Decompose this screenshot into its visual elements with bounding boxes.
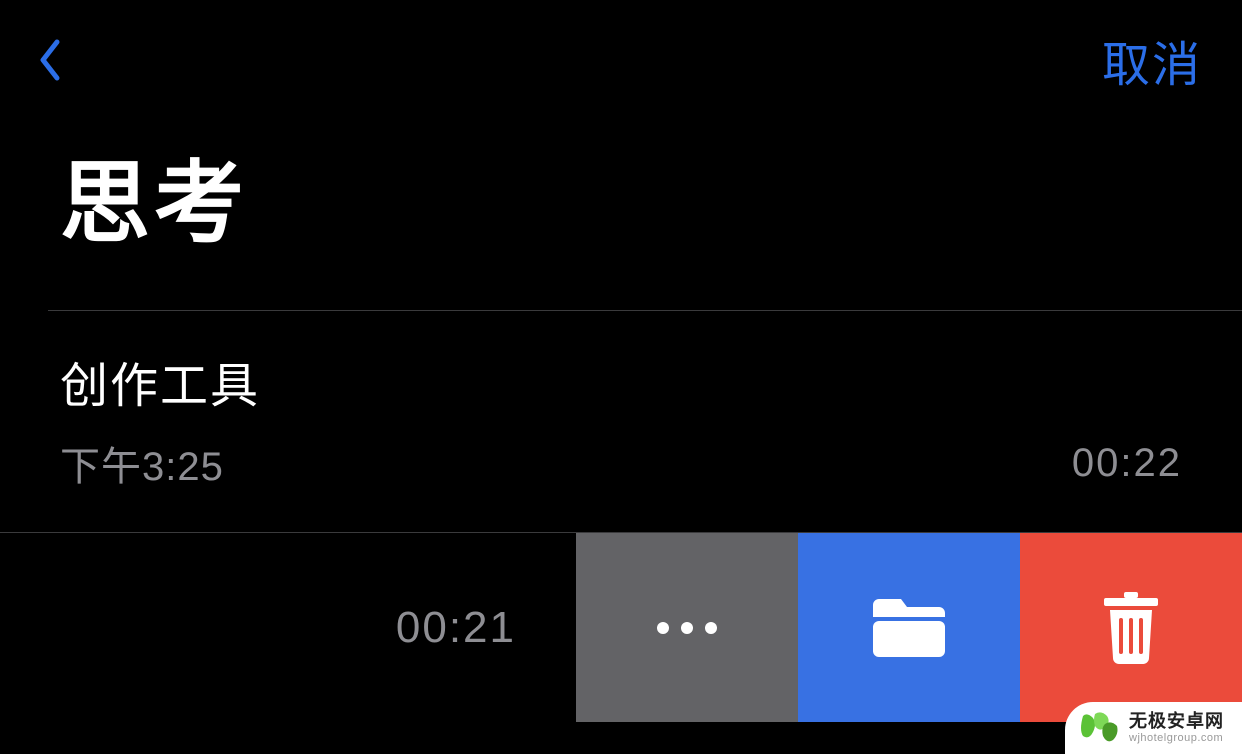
folder-icon — [873, 599, 945, 657]
recording-item[interactable]: 创作工具 下午3:25 00:22 — [0, 311, 1242, 532]
swiped-row-content[interactable]: 00:21 — [0, 533, 576, 722]
folder-title: 思考 — [60, 130, 1242, 260]
watermark-logo-icon — [1079, 710, 1119, 746]
swiped-row-duration: 00:21 — [396, 603, 516, 653]
header: 取消 — [0, 0, 1242, 110]
recording-meta: 下午3:25 00:22 — [60, 434, 1182, 492]
chevron-left-icon — [39, 38, 61, 82]
back-button[interactable] — [30, 30, 70, 90]
ellipsis-icon — [657, 622, 717, 634]
title-section: 思考 — [0, 110, 1242, 310]
watermark-text: 无极安卓网 wjhotelgroup.com — [1129, 712, 1224, 744]
cancel-button[interactable]: 取消 — [1102, 25, 1202, 95]
move-to-folder-button[interactable] — [798, 533, 1020, 722]
trash-icon — [1104, 592, 1158, 664]
more-actions-button[interactable] — [576, 533, 798, 722]
watermark-url: wjhotelgroup.com — [1129, 732, 1224, 744]
recording-duration: 00:22 — [1072, 441, 1182, 486]
watermark-name: 无极安卓网 — [1129, 712, 1224, 732]
recording-title: 创作工具 — [60, 346, 1182, 416]
swipe-actions-row: 00:21 — [0, 532, 1242, 722]
watermark: 无极安卓网 wjhotelgroup.com — [1065, 702, 1242, 754]
delete-button[interactable] — [1020, 533, 1242, 722]
recording-timestamp: 下午3:25 — [60, 434, 224, 492]
